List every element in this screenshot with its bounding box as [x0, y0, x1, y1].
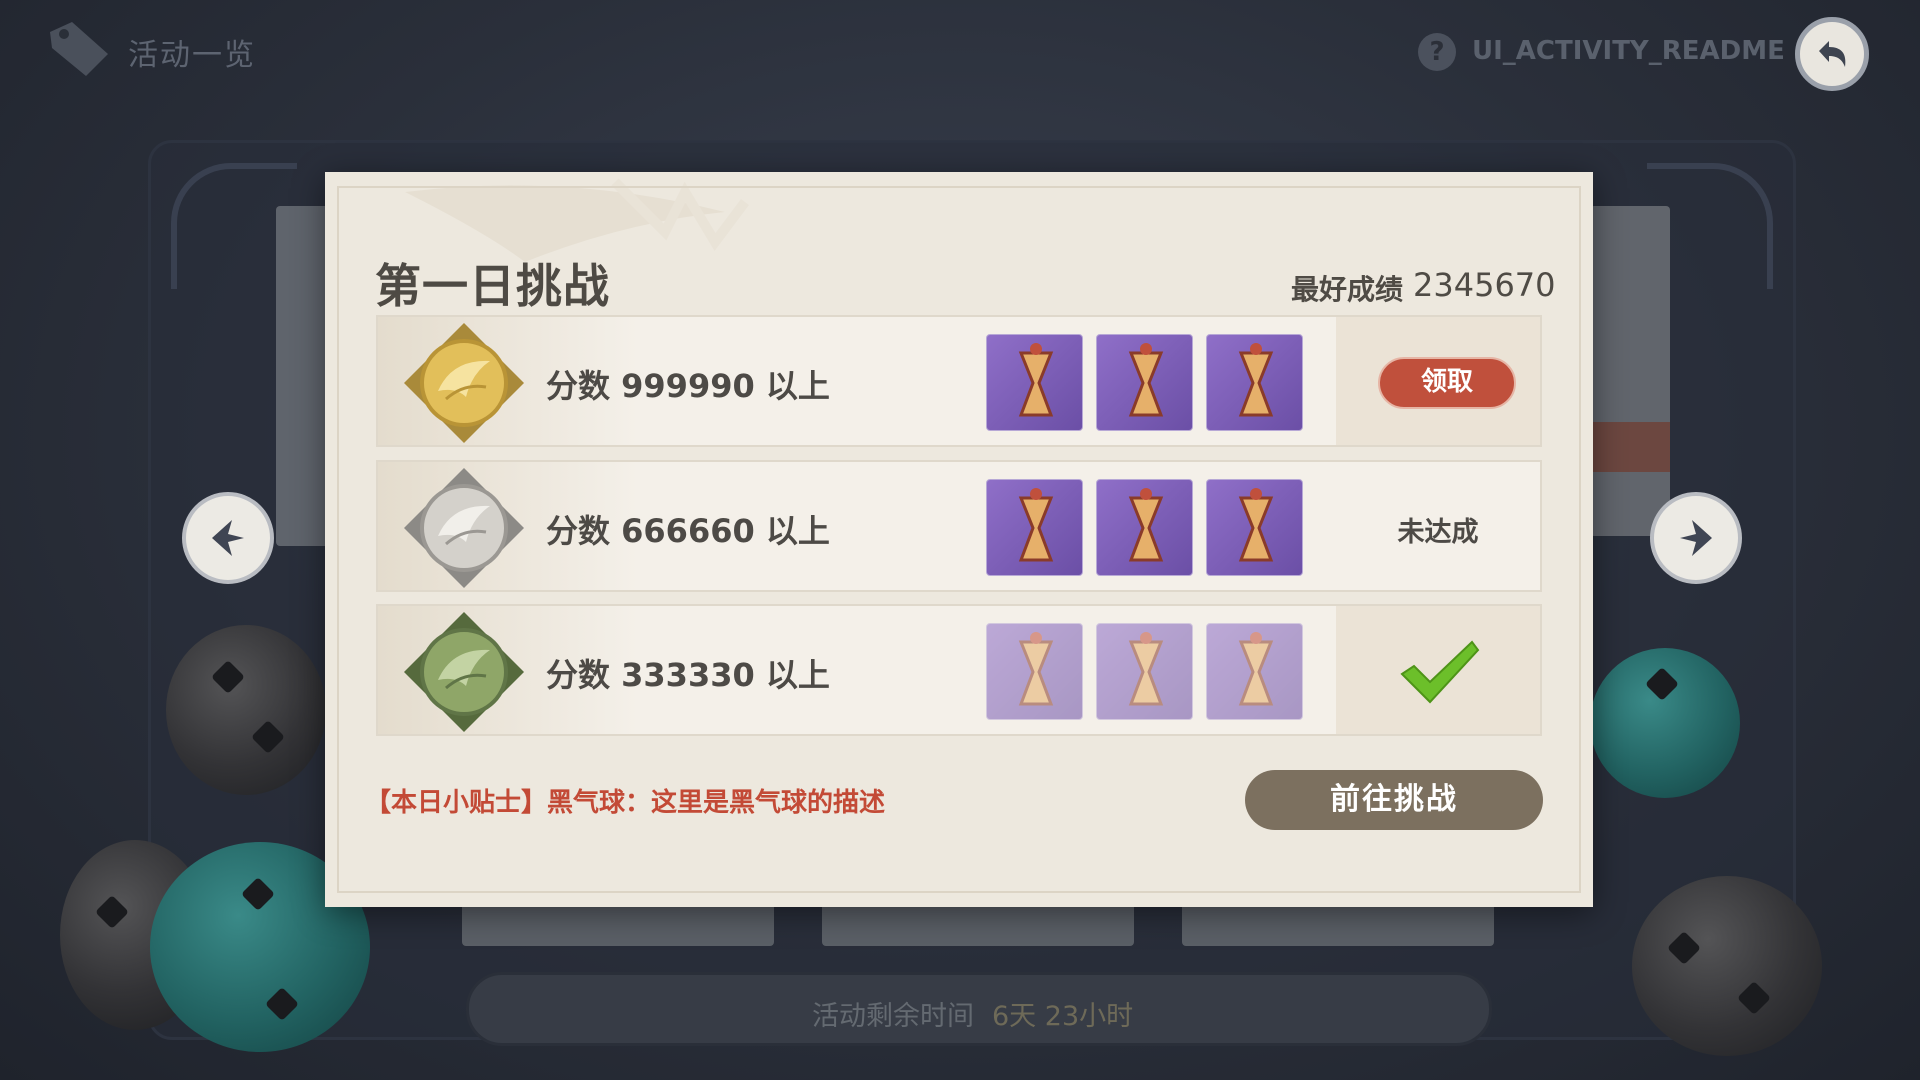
hourglass-reward-icon[interactable] [1096, 623, 1193, 720]
readme-link[interactable]: UI_ACTIVITY_README [1472, 36, 1785, 66]
challenge-dialog: 第一日挑战 最好成绩 2345670 分数 999990 以上 领取 分数 66… [325, 172, 1593, 907]
back-button[interactable] [1795, 17, 1869, 91]
bronze-medal-icon [404, 612, 524, 732]
arrow-left-icon [212, 520, 244, 556]
black-balloon-icon [1632, 876, 1822, 1056]
prev-page-button[interactable] [182, 492, 274, 584]
reward-row: 分数 999990 以上 领取 [376, 315, 1542, 447]
back-arrow-icon [1819, 41, 1846, 67]
teal-balloon-icon [1590, 648, 1740, 798]
hourglass-reward-icon[interactable] [986, 334, 1083, 431]
top-bar: 活动一览 ? UI_ACTIVITY_README [0, 0, 1920, 100]
reward-score-label: 分数 999990 以上 [546, 367, 830, 405]
reward-score-label: 分数 666660 以上 [546, 512, 830, 550]
silver-medal-icon [404, 468, 524, 588]
black-balloon-icon [166, 625, 326, 795]
hourglass-reward-icon[interactable] [1206, 623, 1303, 720]
page-title: 活动一览 [128, 38, 256, 73]
reward-row: 分数 333330 以上 [376, 604, 1542, 736]
dialog-title: 第一日挑战 [375, 259, 610, 313]
help-icon[interactable]: ? [1418, 33, 1456, 71]
hourglass-reward-icon[interactable] [1096, 334, 1193, 431]
tag-icon [50, 22, 108, 76]
arrow-right-icon [1680, 520, 1712, 556]
timer-label: 活动剩余时间 [812, 1001, 974, 1032]
checkmark-icon [1400, 640, 1480, 704]
background-card [1590, 206, 1670, 536]
best-score-value: 2345670 [1413, 266, 1556, 304]
hourglass-reward-icon[interactable] [1096, 479, 1193, 576]
go-challenge-button[interactable]: 前往挑战 [1245, 770, 1543, 830]
hourglass-reward-icon[interactable] [1206, 334, 1303, 431]
reward-row: 分数 666660 以上 未达成 [376, 460, 1542, 592]
event-timer-bar [466, 972, 1492, 1046]
next-page-button[interactable] [1650, 492, 1742, 584]
hourglass-reward-icon[interactable] [1206, 479, 1303, 576]
timer-value: 6天 23小时 [992, 1001, 1134, 1032]
hourglass-reward-icon[interactable] [986, 479, 1083, 576]
hourglass-reward-icon[interactable] [986, 623, 1083, 720]
best-score-label: 最好成绩 [1291, 273, 1404, 306]
daily-tip: 【本日小贴士】黑气球：这里是黑气球的描述 [365, 788, 886, 818]
not-reached-status: 未达成 [1397, 517, 1479, 548]
gold-medal-icon [404, 323, 524, 443]
claim-button[interactable]: 领取 [1378, 357, 1516, 409]
reward-score-label: 分数 333330 以上 [546, 656, 830, 694]
